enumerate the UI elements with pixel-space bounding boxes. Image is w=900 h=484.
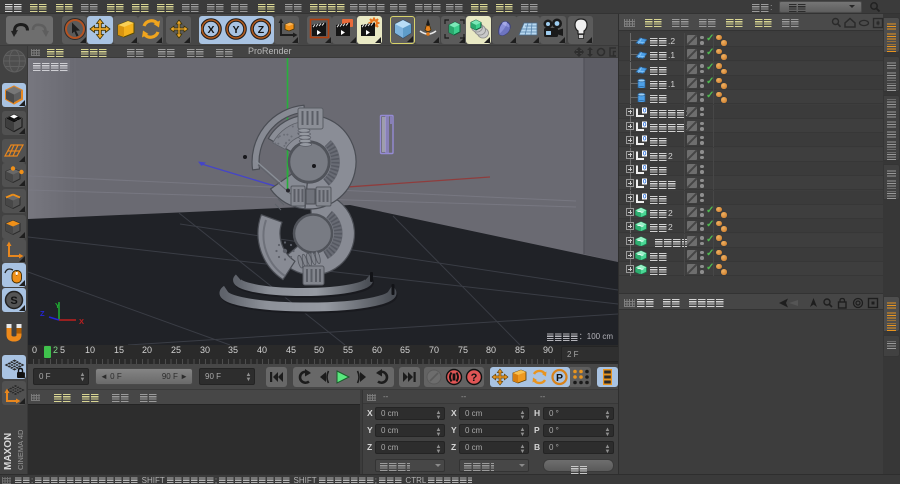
svg-text:0: 0 — [643, 179, 647, 186]
svg-text:CINEMA 4D: CINEMA 4D — [16, 429, 25, 470]
svg-text:Z: Z — [258, 24, 265, 36]
svg-text:Z: Z — [40, 309, 45, 318]
svg-text:0: 0 — [643, 193, 647, 200]
svg-text:X: X — [79, 317, 84, 326]
svg-text:Y: Y — [55, 301, 60, 310]
svg-text:0: 0 — [643, 165, 647, 172]
svg-text:0: 0 — [643, 122, 647, 129]
svg-text:Y: Y — [232, 24, 239, 36]
svg-text:S: S — [10, 295, 17, 307]
svg-text:0: 0 — [643, 136, 647, 143]
svg-text:0: 0 — [643, 107, 647, 114]
svg-text:P: P — [556, 372, 563, 384]
svg-text:X: X — [207, 24, 214, 36]
svg-text:?: ? — [471, 372, 478, 384]
svg-text:0: 0 — [643, 150, 647, 157]
